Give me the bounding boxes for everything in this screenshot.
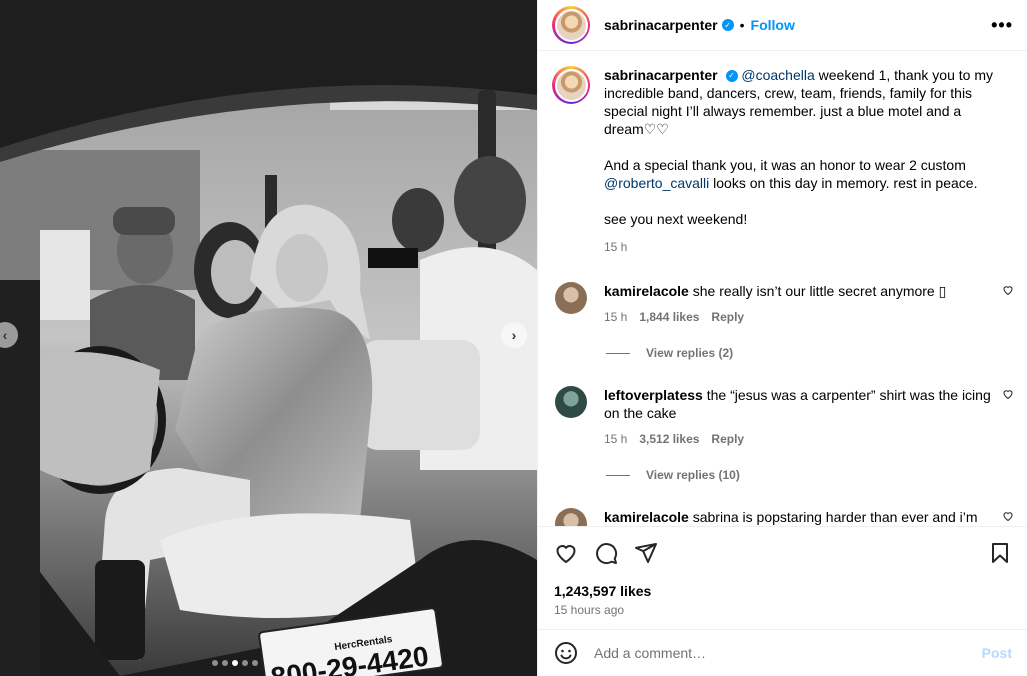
like-heart-icon[interactable] [554,541,578,565]
comment-input[interactable] [594,645,974,661]
view-replies-button[interactable]: View replies (10) [606,468,1014,482]
view-replies-label: View replies (10) [646,468,740,482]
comment-text: she really isn’t our little secret anymo… [692,283,947,299]
verified-badge-icon: ✓ [721,19,734,31]
hearts-emoji: ♡♡ [643,121,669,137]
comment-username[interactable]: kamirelacole [604,283,689,299]
comment-username[interactable]: leftoverplatess [604,387,703,403]
header-separator: • [739,17,745,33]
carousel-dot-active [232,660,238,666]
carousel-dot [242,660,248,666]
comment: leftoverplatess the “jesus was a carpent… [552,386,1014,448]
comment-time: 15 h [604,432,628,446]
follow-button[interactable]: Follow [751,17,795,33]
golf-cart-photo: HercRentals 800-29-4420 [0,0,537,676]
view-replies-label: View replies (2) [646,346,734,360]
next-photo-button[interactable]: › [501,322,527,348]
carousel-dot [252,660,258,666]
post-photo: HercRentals 800-29-4420 ‹ › [0,0,537,676]
likes-count[interactable]: 1,243,597 likes [554,583,1012,599]
comment-likes[interactable]: 3,512 likes [639,430,699,448]
comment: kamirelacole she really isn’t our little… [552,282,1014,326]
caption-text: And a special thank you, it was an honor… [604,157,966,173]
caption-text: see you next weekend! [604,211,748,227]
comment-bubble-icon[interactable] [594,541,618,565]
post-caption: sabrinacarpenter ✓ @coachella weekend 1,… [552,66,1014,256]
verified-badge-icon: ✓ [725,70,738,83]
author-avatar[interactable] [552,6,590,44]
mention-link[interactable]: @roberto_cavalli [604,175,709,191]
posted-time: 15 hours ago [554,603,625,617]
comment-likes[interactable]: 1,844 likes [639,308,699,326]
reply-button[interactable]: Reply [711,430,744,448]
heart-icon[interactable] [1002,388,1014,400]
caption-time: 15 h [604,240,628,254]
view-replies-button[interactable]: View replies (2) [606,346,1014,360]
heart-icon[interactable] [1002,284,1014,296]
commenter-avatar[interactable] [555,508,587,526]
carousel-dot [222,660,228,666]
more-options-icon[interactable]: ••• [991,15,1013,36]
post-side-panel: sabrinacarpenter ✓ • Follow ••• sabrinac… [537,0,1027,676]
post-actions: 1,243,597 likes 15 hours ago [538,526,1027,617]
caption-username[interactable]: sabrinacarpenter [604,67,718,83]
comment-username[interactable]: kamirelacole [604,509,689,525]
reply-button[interactable]: Reply [711,308,744,326]
mention-link[interactable]: @coachella [741,67,814,83]
share-send-icon[interactable] [634,541,658,565]
commenter-avatar[interactable] [555,282,587,314]
carousel-dots [212,660,258,666]
author-username[interactable]: sabrinacarpenter [604,17,718,33]
emoji-icon[interactable] [554,641,578,665]
post-header: sabrinacarpenter ✓ • Follow ••• [538,0,1027,51]
comments-scroll-area[interactable]: sabrinacarpenter ✓ @coachella weekend 1,… [538,52,1027,526]
post-comment-button[interactable]: Post [982,645,1012,661]
bookmark-icon[interactable] [988,541,1012,565]
caption-avatar[interactable] [552,66,590,104]
add-comment-bar: Post [538,629,1027,676]
commenter-avatar[interactable] [555,386,587,418]
carousel-dot [212,660,218,666]
caption-text: looks on this day in memory. rest in pea… [709,175,978,191]
heart-icon[interactable] [1002,510,1014,522]
comment-time: 15 h [604,310,628,324]
comment: kamirelacole sabrina is popstaring harde… [552,508,1014,526]
